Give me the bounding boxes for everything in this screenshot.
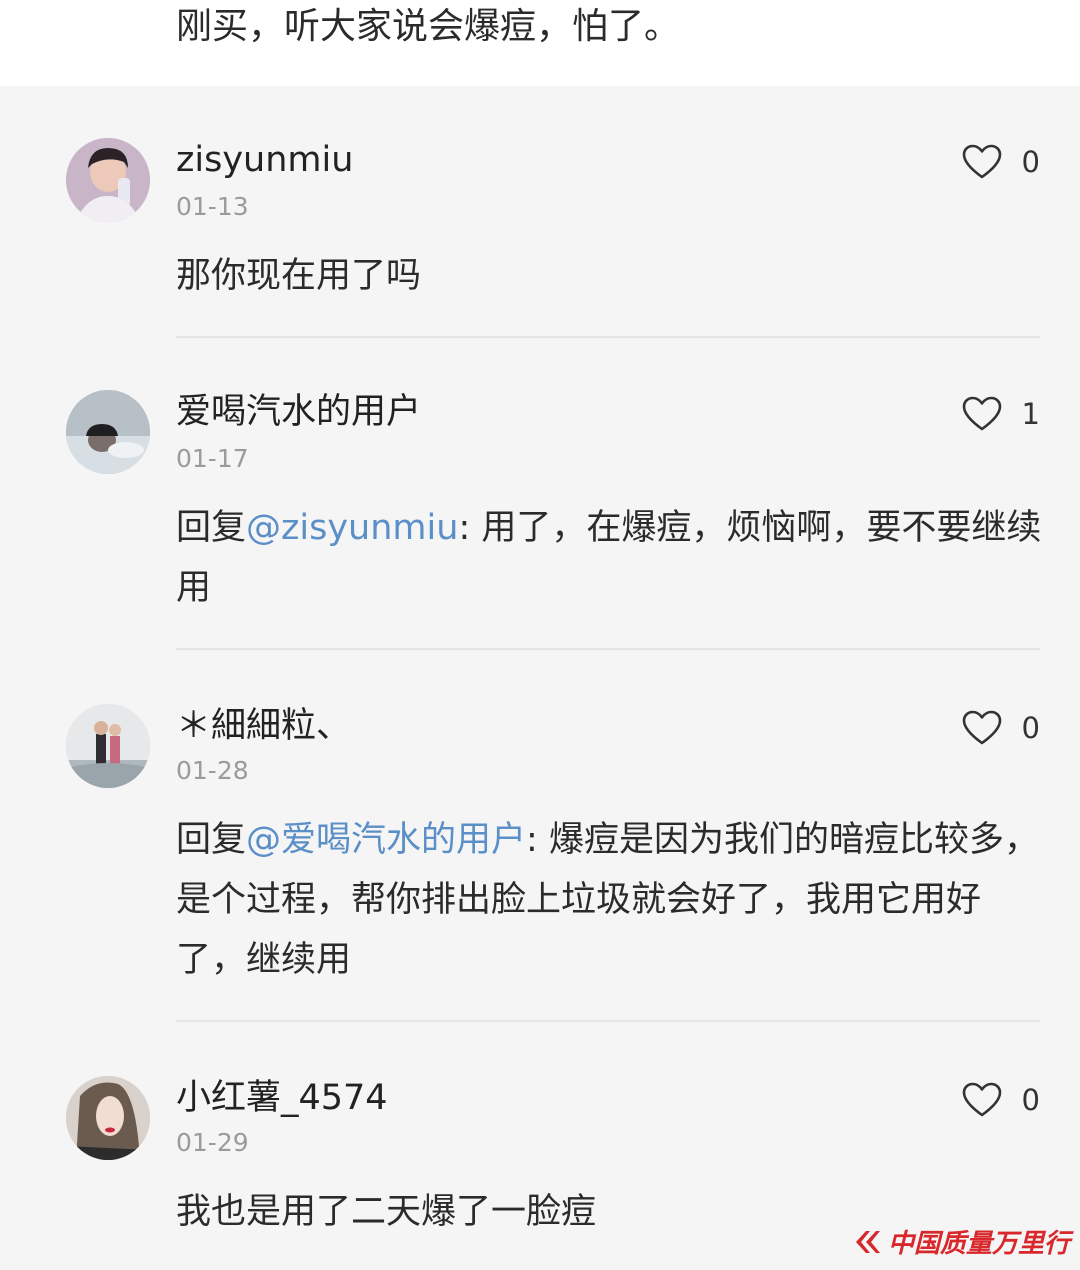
username[interactable]: 小红薯_4574 <box>176 1076 388 1120</box>
heart-outline-icon <box>962 144 1001 179</box>
username[interactable]: 爱喝汽水的用户 <box>176 390 421 434</box>
watermark-logo-icon <box>855 1230 880 1253</box>
like-count: 0 <box>1021 1083 1040 1117</box>
like-button[interactable]: 0 <box>962 140 1040 184</box>
comment-date: 01-13 <box>176 192 249 221</box>
comment-date: 01-17 <box>176 444 249 473</box>
post-text: 刚买，听大家说会爆痘，怕了。 <box>176 6 681 47</box>
comment-text: 那你现在用了吗 <box>176 256 422 296</box>
post-content: 刚买，听大家说会爆痘，怕了。 <box>0 0 1080 86</box>
heart-outline-icon <box>962 710 1001 745</box>
divider <box>176 336 1040 338</box>
username[interactable]: ＊細細粒、 <box>176 704 351 748</box>
avatar[interactable] <box>66 1076 150 1160</box>
reply-prefix: 回复 <box>176 820 247 860</box>
like-count: 0 <box>1021 711 1040 745</box>
comment-text: 回复@爱喝汽水的用户: 爆痘是因为我们的暗痘比较多，是个过程，帮你排出脸上垃圾就… <box>176 810 1046 990</box>
mention-link[interactable]: @zisyunmiu <box>246 508 458 548</box>
username[interactable]: zisyunmiu <box>176 138 353 182</box>
avatar[interactable] <box>66 704 150 788</box>
comment-date: 01-28 <box>176 756 249 785</box>
like-button[interactable]: 1 <box>962 392 1040 436</box>
comment-text: 回复@zisyunmiu: 用了，在爆痘，烦恼啊，要不要继续用 <box>176 498 1046 618</box>
avatar[interactable] <box>66 390 150 474</box>
mention-link[interactable]: @爱喝汽水的用户 <box>246 820 526 860</box>
like-button[interactable]: 0 <box>962 706 1040 750</box>
reply-prefix: 回复 <box>176 508 247 548</box>
watermark: 中国质量万里行 <box>852 1223 1070 1260</box>
like-count: 1 <box>1021 397 1040 431</box>
watermark-text: 中国质量万里行 <box>887 1229 1070 1259</box>
like-button[interactable]: 0 <box>962 1078 1040 1122</box>
like-count: 0 <box>1021 145 1040 179</box>
divider <box>176 1020 1040 1022</box>
avatar[interactable] <box>66 138 150 222</box>
heart-outline-icon <box>962 396 1001 431</box>
divider <box>176 648 1040 650</box>
heart-outline-icon <box>962 1082 1001 1117</box>
comment-date: 01-29 <box>176 1128 249 1157</box>
